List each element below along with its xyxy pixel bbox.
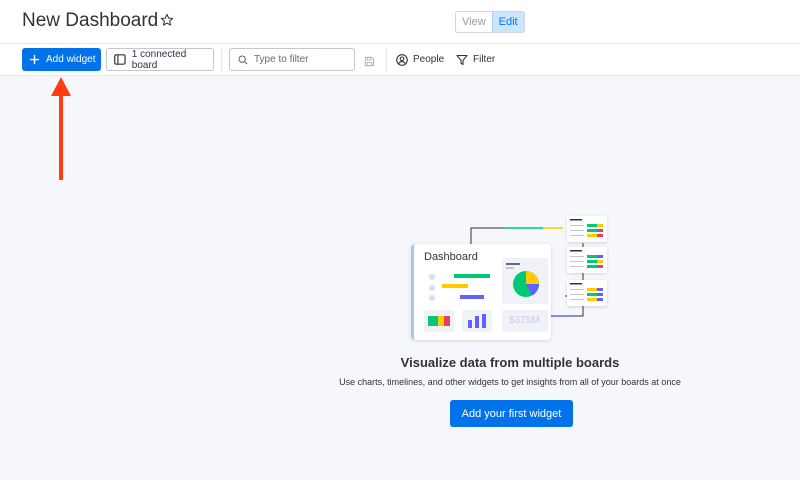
page-title[interactable]: New Dashboard [22,10,158,32]
toolbar-divider [221,48,222,72]
dashboard-toolbar: Add widget 1 connected board People Filt… [0,44,800,76]
person-icon [396,53,408,66]
filter-input[interactable] [254,54,349,65]
connected-board-label: 1 connected board [131,48,187,71]
mini-board-card [567,216,607,242]
dashboard-header: New Dashboard View Edit [0,0,800,44]
edit-mode-button[interactable]: Edit [491,12,524,32]
mini-board-card [567,247,607,273]
filter-button[interactable]: Filter [456,48,495,71]
mini-board-graphics [570,250,603,268]
view-mode-button[interactable]: View [456,12,492,32]
filter-icon [456,54,468,65]
save-icon[interactable] [364,54,375,72]
filter-search-box[interactable] [229,48,355,71]
people-label: People [413,54,445,65]
star-icon[interactable] [160,13,174,27]
amount-label: $375M [509,315,540,326]
board-icon [114,54,126,65]
view-edit-toggle: View Edit [455,11,525,33]
dashboard-illustration: Dashboard $375M [405,210,620,350]
toolbar-divider [386,48,387,72]
add-widget-label: Add widget [46,54,96,65]
annotation-arrow-icon [51,77,71,180]
people-button[interactable]: People [396,48,444,71]
filter-label: Filter [473,54,496,65]
add-widget-button[interactable]: Add widget [22,48,101,71]
mini-board-card [567,280,607,306]
search-icon [238,54,248,65]
mini-board-graphics [570,283,603,301]
mini-board-graphics [570,219,603,237]
plus-icon [29,54,40,65]
add-first-widget-button[interactable]: Add your first widget [450,400,573,427]
dashboard-card: Dashboard $375M [411,244,551,340]
connected-board-button[interactable]: 1 connected board [106,48,214,71]
empty-state-title: Visualize data from multiple boards [400,355,620,370]
empty-state-description: Use charts, timelines, and other widgets… [339,377,681,387]
